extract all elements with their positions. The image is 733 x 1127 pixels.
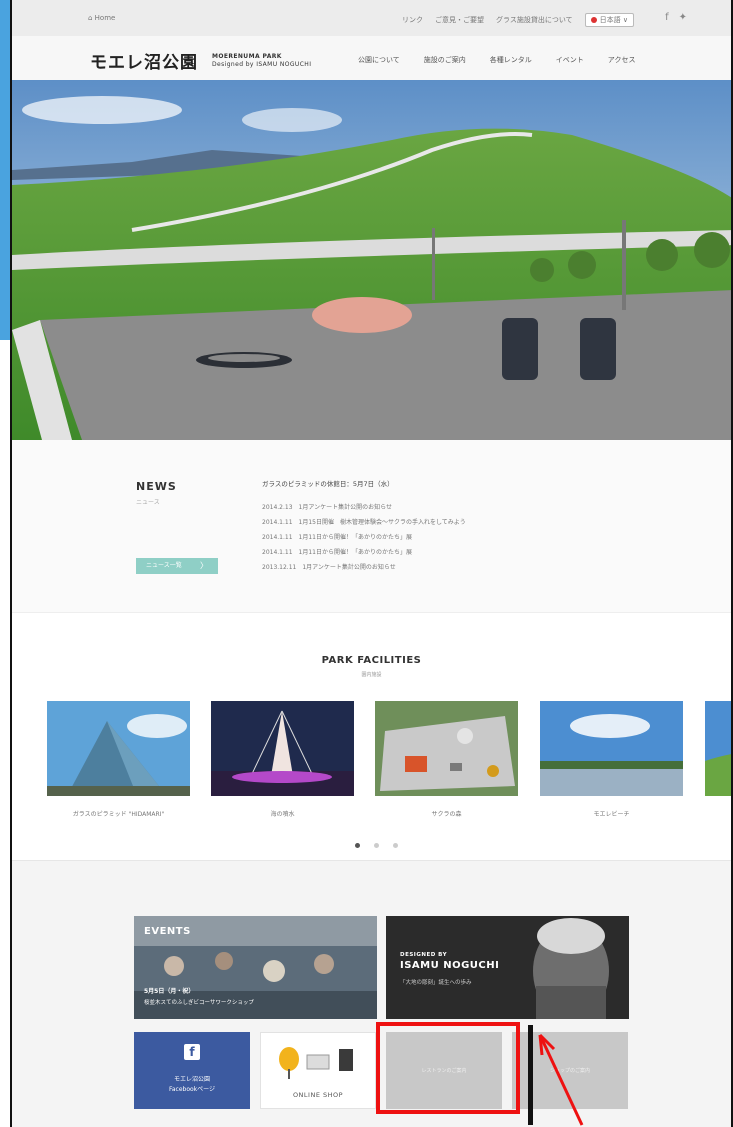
noguchi-designed-by: DESIGNED BY: [400, 952, 448, 958]
facebook-banner-line1: モエレ沼公園: [173, 1076, 210, 1083]
site-header: モエレ沼公園 MOERENUMA PARK Designed by ISAMU …: [12, 36, 731, 80]
facility-image: [705, 701, 731, 796]
news-subtitle: ニュース: [136, 499, 160, 506]
events-title: EVENTS: [144, 926, 191, 937]
online-shop-label: ONLINE SHOP: [292, 1091, 344, 1099]
news-item[interactable]: 2014.1.11 1月15日開催 樹木管理体験会〜サクラの手入れをしてみよう: [262, 517, 466, 532]
noguchi-quote: 「大地の彫刻」誕生への歩み: [400, 980, 472, 986]
news-item[interactable]: 2014.1.11 1月11日から開催！「あかりのかたち」展: [262, 547, 466, 562]
news-item[interactable]: 2013.12.11 1月アンケート集計公開のお知らせ: [262, 562, 466, 577]
news-list-button-label: ニュース一覧: [146, 562, 182, 569]
facility-label: ガラスのピラミッド "HIDAMARI": [72, 811, 165, 818]
annotation-box: [376, 1022, 520, 1114]
site-logo-subtitle: MOERENUMA PARK Designed by ISAMU NOGUCHI: [212, 53, 311, 69]
carousel-dot[interactable]: [355, 843, 360, 848]
main-nav: 公園について 施設のご案内 各種レンタル イベント アクセス: [358, 55, 635, 65]
nav-events[interactable]: イベント: [556, 55, 584, 65]
news-item[interactable]: 2014.2.13 1月アンケート集計公開のお知らせ: [262, 502, 466, 517]
news-item[interactable]: 2014.1.11 1月11日から開催！「あかりのかたち」展: [262, 532, 466, 547]
online-shop-banner[interactable]: ONLINE SHOP: [260, 1032, 376, 1109]
facility-label: サクラの森: [431, 811, 462, 818]
facility-image: [375, 701, 518, 796]
language-select[interactable]: 日本語 ∨: [584, 13, 635, 27]
browser-page: ⌂ Home リンク ご意見・ご要望 グラス施設貸出について 日本語 ∨ f ✦…: [10, 0, 733, 1127]
facebook-icon[interactable]: f: [665, 12, 669, 23]
chevron-right-icon: 〉: [200, 561, 208, 570]
news-headline[interactable]: ガラスのピラミッドの休館日：5月7日（水）: [262, 478, 394, 488]
annotation-arrow: [528, 1025, 584, 1126]
facility-label: 海の噴水: [270, 811, 295, 818]
noguchi-banner[interactable]: DESIGNED BY ISAMU NOGUCHI 「大地の彫刻」誕生への歩み: [386, 916, 629, 1019]
events-description: 桜並木スてのふしぎビコーサワークショップ: [144, 1000, 254, 1006]
news-title: NEWS: [136, 480, 177, 493]
facility-card-partial[interactable]: [705, 701, 731, 809]
link-feedback[interactable]: ご意見・ご要望: [435, 15, 484, 25]
carousel-dot[interactable]: [393, 843, 398, 848]
news-list: 2014.2.13 1月アンケート集計公開のお知らせ 2014.1.11 1月1…: [262, 502, 466, 577]
nav-about[interactable]: 公園について: [358, 55, 400, 65]
facebook-banner[interactable]: f モエレ沼公園 Facebookページ: [134, 1032, 250, 1109]
nav-facilities[interactable]: 施設のご案内: [424, 55, 466, 65]
hero-image: [12, 80, 731, 440]
facilities-subtitle: 園内施設: [361, 672, 382, 678]
facility-card-pyramid[interactable]: ガラスのピラミッド "HIDAMARI": [47, 701, 190, 818]
nav-rentals[interactable]: 各種レンタル: [490, 55, 532, 65]
link-links[interactable]: リンク: [402, 15, 423, 25]
news-list-button[interactable]: ニュース一覧 〉: [136, 558, 218, 574]
facility-card-beach[interactable]: モエレビーチ: [540, 701, 683, 818]
facility-label: モエレビーチ: [593, 811, 630, 818]
events-banner[interactable]: EVENTS 5月5日（月・祝） 桜並木スてのふしぎビコーサワークショップ: [134, 916, 377, 1019]
japan-flag-icon: [590, 17, 597, 23]
utility-links: リンク ご意見・ご要望 グラス施設貸出について 日本語 ∨: [402, 13, 635, 27]
carousel-dots: [355, 843, 398, 848]
facility-image: [211, 701, 354, 796]
logo-en-name: MOERENUMA PARK: [212, 53, 282, 60]
link-glass-rental[interactable]: グラス施設貸出について: [496, 15, 573, 25]
nav-access[interactable]: アクセス: [608, 55, 636, 65]
carousel-dot[interactable]: [374, 843, 379, 848]
facility-card-sakura[interactable]: サクラの森: [375, 701, 518, 818]
news-section: NEWS ニュース ニュース一覧 〉 ガラスのピラミッドの休館日：5月7日（水）…: [12, 440, 731, 612]
utility-bar: ⌂ Home リンク ご意見・ご要望 グラス施設貸出について 日本語 ∨ f ✦: [12, 0, 731, 36]
facilities-title: PARK FACILITIES: [321, 655, 422, 666]
twitter-icon[interactable]: ✦: [679, 12, 687, 23]
facilities-section: PARK FACILITIES 園内施設 ガラスのピラミッド "HIDAMARI…: [12, 612, 731, 861]
feature-tiles: EVENTS 5月5日（月・祝） 桜並木スてのふしぎビコーサワークショップ DE…: [12, 860, 731, 1127]
facility-card-fountain[interactable]: 海の噴水: [211, 701, 354, 818]
language-label: 日本語 ∨: [599, 16, 629, 24]
facility-image: [540, 701, 683, 796]
logo-en-designer: Designed by ISAMU NOGUCHI: [212, 61, 312, 68]
facebook-icon: f: [184, 1044, 200, 1060]
noguchi-name: ISAMU NOGUCHI: [400, 960, 500, 971]
facility-image: [47, 701, 190, 796]
site-logo[interactable]: モエレ沼公園: [90, 48, 198, 73]
home-link[interactable]: ⌂ Home: [88, 14, 115, 22]
social-links: f ✦: [665, 12, 687, 23]
events-date: 5月5日（月・祝）: [144, 988, 195, 995]
facebook-banner-line2: Facebookページ: [168, 1086, 216, 1093]
